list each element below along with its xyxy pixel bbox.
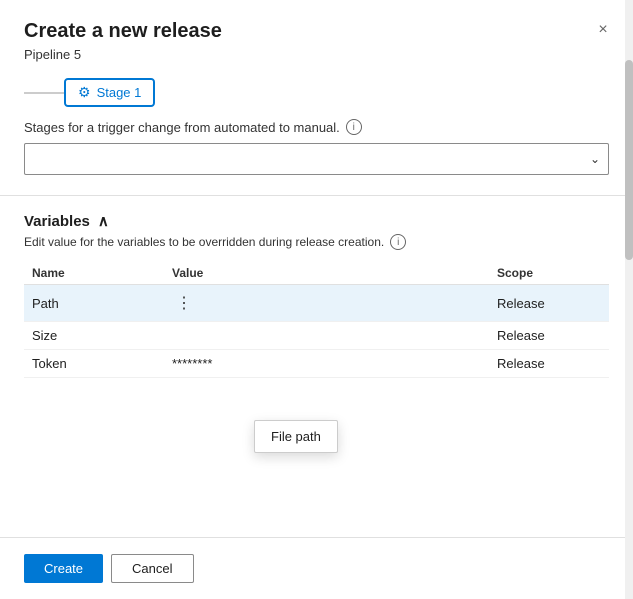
stage-line (24, 92, 64, 94)
create-release-dialog: Create a new release × Pipeline 5 ⚙ Stag… (0, 0, 633, 599)
var-value[interactable]: ******** (164, 350, 489, 378)
trigger-info-icon[interactable]: i (346, 119, 362, 135)
stage-box[interactable]: ⚙ Stage 1 (64, 78, 155, 107)
stage-pipeline: ⚙ Stage 1 (24, 78, 609, 107)
trigger-section: Stages for a trigger change from automat… (0, 119, 633, 187)
var-scope: Release (489, 350, 609, 378)
variables-title: Variables (24, 213, 90, 230)
divider (0, 195, 633, 196)
table-row: Path ⋮ Release (24, 285, 609, 322)
trigger-dropdown[interactable]: ⌄ (24, 143, 609, 175)
create-button[interactable]: Create (24, 554, 103, 583)
table-row: Token********Release (24, 350, 609, 378)
var-value[interactable] (164, 322, 489, 350)
var-value[interactable]: ⋮ (164, 285, 489, 322)
var-scope: Release (489, 285, 609, 322)
dialog-title: Create a new release (24, 20, 609, 43)
cancel-button[interactable]: Cancel (111, 554, 193, 583)
var-name: Size (24, 322, 164, 350)
variables-desc: Edit value for the variables to be overr… (24, 234, 609, 250)
scroll-thumb[interactable] (625, 60, 633, 260)
variables-header[interactable]: Variables ∧ (24, 212, 609, 230)
table-row: Size Release (24, 322, 609, 350)
var-name: Path (24, 285, 164, 322)
var-name: Token (24, 350, 164, 378)
variables-section: Variables ∧ Edit value for the variables… (0, 204, 633, 537)
var-scope: Release (489, 322, 609, 350)
dialog-subtitle: Pipeline 5 (24, 47, 609, 62)
stage-icon: ⚙ (78, 84, 91, 101)
col-header-scope: Scope (489, 262, 609, 285)
stage-label: Stage 1 (97, 85, 142, 100)
three-dot-menu-button[interactable]: ⋮ (172, 291, 196, 315)
close-button[interactable]: × (589, 16, 617, 44)
variables-info-icon[interactable]: i (390, 234, 406, 250)
dialog-footer: Create Cancel (0, 537, 633, 599)
chevron-up-icon: ∧ (98, 212, 109, 230)
chevron-down-icon: ⌄ (590, 152, 600, 166)
file-path-tooltip: File path (254, 420, 338, 453)
col-header-value: Value (164, 262, 489, 285)
variables-table: Name Value Scope Path ⋮ Release Size Release… (24, 262, 609, 378)
scrollbar[interactable] (625, 0, 633, 599)
col-header-name: Name (24, 262, 164, 285)
trigger-label: Stages for a trigger change from automat… (24, 119, 609, 135)
stage-area: ⚙ Stage 1 (0, 62, 633, 119)
tooltip-text: File path (271, 429, 321, 444)
dialog-header: Create a new release × Pipeline 5 (0, 0, 633, 62)
